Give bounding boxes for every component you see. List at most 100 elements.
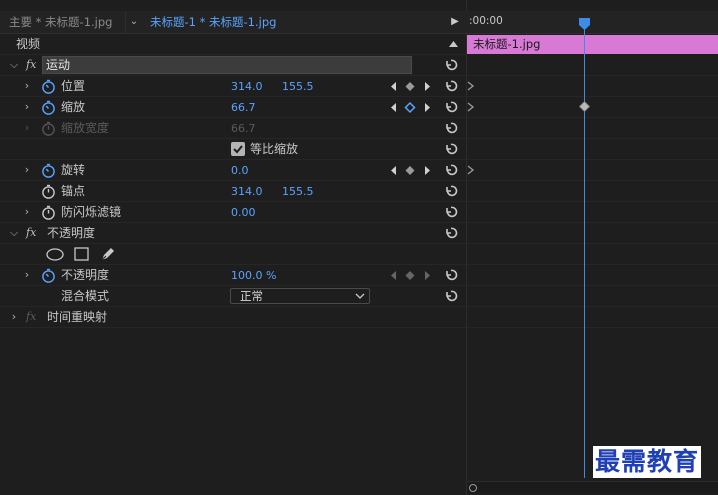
fx-icon[interactable]: fx (26, 58, 36, 71)
reset-icon[interactable] (444, 163, 458, 177)
play-icon[interactable]: ▶ (447, 11, 463, 33)
position-x-value[interactable]: 314.0 (231, 79, 263, 94)
uniform-scale-label: 等比缩放 (250, 142, 299, 156)
reset-icon[interactable] (444, 58, 458, 72)
timeline-row-scale (467, 97, 718, 118)
anchor-row: 锚点 314.0 155.5 (0, 181, 467, 202)
time-remap-header[interactable]: › fx 时间重映射 (0, 307, 467, 328)
video-section-header: 视频 (0, 34, 467, 55)
anchor-label: 锚点 (61, 184, 86, 198)
reset-icon[interactable] (444, 142, 458, 156)
chevron-right-icon[interactable]: › (21, 204, 33, 220)
keyframe-navigator[interactable] (390, 80, 432, 93)
timeline-row-scale-width (467, 118, 718, 139)
scale-width-row: › 缩放宽度 66.7 (0, 118, 467, 139)
chevron-down-icon[interactable]: ⌵ (8, 57, 20, 73)
playhead-line[interactable] (584, 26, 585, 478)
clip-tab-bar: 主要 * 未标题-1.jpg ⌄ 未标题-1 * 未标题-1.jpg ▶ (0, 11, 467, 34)
uniform-scale-checkbox[interactable] (231, 142, 245, 156)
motion-title-bar[interactable]: 运动 (42, 56, 412, 74)
scale-width-label: 缩放宽度 (61, 121, 110, 135)
timeline-row-mask (467, 244, 718, 265)
timeline-row-opacity (467, 265, 718, 286)
position-row: › 位置 314.0 155.5 (0, 76, 467, 97)
scale-value[interactable]: 66.7 (231, 100, 256, 115)
reset-icon[interactable] (444, 100, 458, 114)
time-ruler[interactable]: :00:00 (467, 11, 718, 34)
clip-bar[interactable]: 未标题-1.jpg (467, 35, 718, 54)
video-section-label: 视频 (16, 37, 41, 51)
rotation-label: 旋转 (61, 163, 86, 177)
opacity-title: 不透明度 (47, 226, 96, 240)
ellipse-mask-icon[interactable] (46, 248, 64, 261)
effect-controls-panel: 主要 * 未标题-1.jpg ⌄ 未标题-1 * 未标题-1.jpg ▶ 视频 … (0, 0, 467, 495)
anti-flicker-value[interactable]: 0.00 (231, 205, 256, 220)
clip-name: 未标题-1.jpg (473, 37, 541, 51)
blend-mode-select[interactable]: 正常 (230, 288, 370, 304)
tab-sequence-clip[interactable]: 未标题-1 * 未标题-1.jpg (146, 11, 436, 33)
timeline-row-anti-flicker (467, 202, 718, 223)
horizontal-scrollbar[interactable] (467, 481, 718, 493)
chevron-right-icon[interactable]: › (21, 267, 33, 283)
chevron-right-icon[interactable]: › (21, 78, 33, 94)
blend-mode-value: 正常 (240, 289, 263, 303)
stopwatch-active-icon[interactable] (41, 100, 56, 115)
effect-timeline[interactable]: :00:00 未标题-1.jpg 最需教育 (467, 0, 718, 495)
position-y-value[interactable]: 155.5 (282, 79, 314, 94)
tab-source-clip[interactable]: 主要 * 未标题-1.jpg (0, 11, 126, 33)
reset-icon[interactable] (444, 121, 458, 135)
chevron-down-icon[interactable]: ⌄ (126, 11, 142, 33)
chevron-down-icon[interactable]: ⌵ (8, 225, 20, 241)
timeline-row-opacity-header (467, 223, 718, 244)
anchor-x-value[interactable]: 314.0 (231, 184, 263, 199)
keyframe-before-icon (467, 81, 475, 91)
stopwatch-active-icon[interactable] (41, 79, 56, 94)
collapse-up-icon[interactable] (449, 41, 458, 47)
keyframe-navigator[interactable] (390, 269, 432, 282)
chevron-right-icon[interactable]: › (21, 99, 33, 115)
chevron-right-icon[interactable]: › (21, 162, 33, 178)
stopwatch-icon[interactable] (41, 184, 56, 199)
opacity-row: › 不透明度 100.0 % (0, 265, 467, 286)
reset-icon[interactable] (444, 268, 458, 282)
reset-icon[interactable] (444, 79, 458, 93)
rectangle-mask-icon[interactable] (74, 247, 89, 261)
keyframe-navigator[interactable] (390, 164, 432, 177)
watermark-logo: 最需教育 (593, 446, 702, 478)
scale-label: 缩放 (61, 100, 86, 114)
timeline-row-rotation (467, 160, 718, 181)
keyframe-navigator[interactable] (390, 101, 432, 114)
reset-icon[interactable] (444, 289, 458, 303)
opacity-effect-header[interactable]: ⌵ fx 不透明度 (0, 223, 467, 244)
keyframe-diamond[interactable] (579, 101, 590, 112)
stopwatch-icon[interactable] (41, 205, 56, 220)
scroll-handle[interactable] (469, 484, 477, 492)
fx-icon[interactable]: fx (26, 310, 36, 323)
fx-icon[interactable]: fx (26, 226, 36, 239)
motion-effect-header[interactable]: ⌵ fx 运动 (0, 55, 467, 76)
pen-mask-icon[interactable] (100, 246, 116, 262)
reset-icon[interactable] (444, 205, 458, 219)
blend-mode-row: 混合模式 正常 (0, 286, 467, 307)
stopwatch-active-icon[interactable] (41, 163, 56, 178)
timeline-row-motion (467, 55, 718, 76)
anti-flicker-row: › 防闪烁滤镜 0.00 (0, 202, 467, 223)
chevron-right-icon[interactable]: › (8, 309, 20, 325)
scale-width-value: 66.7 (231, 122, 256, 135)
timeline-row-uniform (467, 139, 718, 160)
timeline-row-time-remap (467, 307, 718, 328)
reset-icon[interactable] (444, 184, 458, 198)
motion-title: 运动 (46, 58, 71, 72)
reset-icon[interactable] (444, 226, 458, 240)
chevron-right-icon: › (24, 121, 30, 134)
anchor-y-value[interactable]: 155.5 (282, 184, 314, 199)
playhead-handle[interactable] (579, 18, 590, 30)
rotation-value[interactable]: 0.0 (231, 163, 249, 178)
timeline-row-anchor (467, 181, 718, 202)
opacity-value[interactable]: 100.0 % (231, 268, 276, 283)
stopwatch-active-icon[interactable] (41, 268, 56, 283)
timeline-row-position (467, 76, 718, 97)
uniform-scale-row: 等比缩放 (0, 139, 467, 160)
stopwatch-icon (42, 121, 55, 136)
time-remap-title: 时间重映射 (47, 310, 108, 324)
